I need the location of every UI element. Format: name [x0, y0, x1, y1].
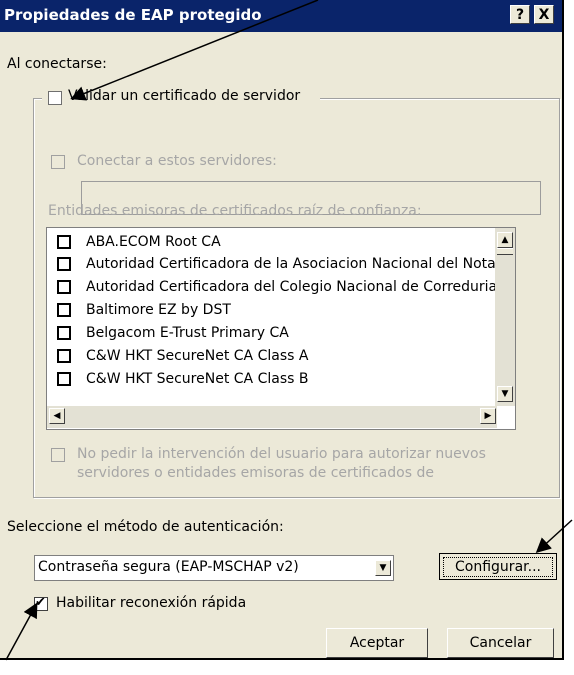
annotation-arrows: [5, 0, 573, 661]
arrow-to-fast-reconnect: [5, 602, 38, 661]
arrow-to-validate: [70, 0, 319, 101]
arrow-to-configure: [535, 519, 573, 554]
